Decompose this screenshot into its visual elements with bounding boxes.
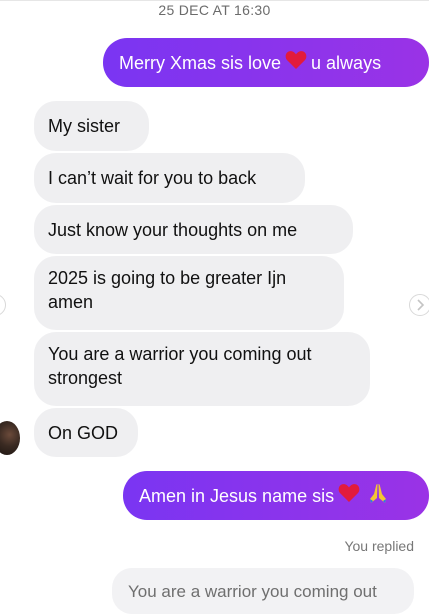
reply-status: You replied <box>344 538 414 554</box>
red-heart-emoji-icon <box>285 50 307 76</box>
top-divider <box>0 0 429 1</box>
message-text: On GOD <box>48 422 119 443</box>
chevron-right-icon <box>417 299 425 311</box>
message-text: You are a warrior you coming out stronge… <box>48 344 312 388</box>
message-incoming[interactable]: Just know your thoughts on me <box>34 205 353 254</box>
message-text: 2025 is going to be greater Ijn amen <box>48 268 287 312</box>
message-incoming[interactable]: On GOD <box>34 408 138 457</box>
message-incoming[interactable]: 2025 is going to be greater Ijn amen <box>34 256 344 330</box>
message-incoming[interactable]: I can’t wait for you to back <box>34 153 305 203</box>
prev-arrow-button[interactable] <box>0 294 6 316</box>
red-heart-emoji-icon <box>338 483 360 509</box>
message-text-after: u always <box>311 52 382 73</box>
conversation-timestamp: 25 DEC AT 16:30 <box>158 2 271 18</box>
message-text: My sister <box>48 116 120 136</box>
quoted-message-text: You are a warrior you coming out <box>128 582 377 601</box>
quoted-message-preview[interactable]: You are a warrior you coming out <box>112 568 414 614</box>
message-text: I can’t wait for you to back <box>48 168 257 188</box>
sender-avatar[interactable] <box>0 421 20 455</box>
message-text: Merry Xmas sis love <box>119 52 282 73</box>
message-incoming[interactable]: You are a warrior you coming out stronge… <box>34 332 370 406</box>
message-outgoing-amen[interactable]: Amen in Jesus name sis <box>123 471 429 520</box>
message-outgoing-merry-xmas[interactable]: Merry Xmas sis love u always <box>103 38 429 87</box>
message-text: Just know your thoughts on me <box>48 219 298 240</box>
message-text: Amen in Jesus name sis <box>139 485 335 506</box>
message-incoming[interactable]: My sister <box>34 101 149 151</box>
folded-hands-emoji-icon <box>367 482 389 510</box>
next-arrow-button[interactable] <box>409 294 429 316</box>
